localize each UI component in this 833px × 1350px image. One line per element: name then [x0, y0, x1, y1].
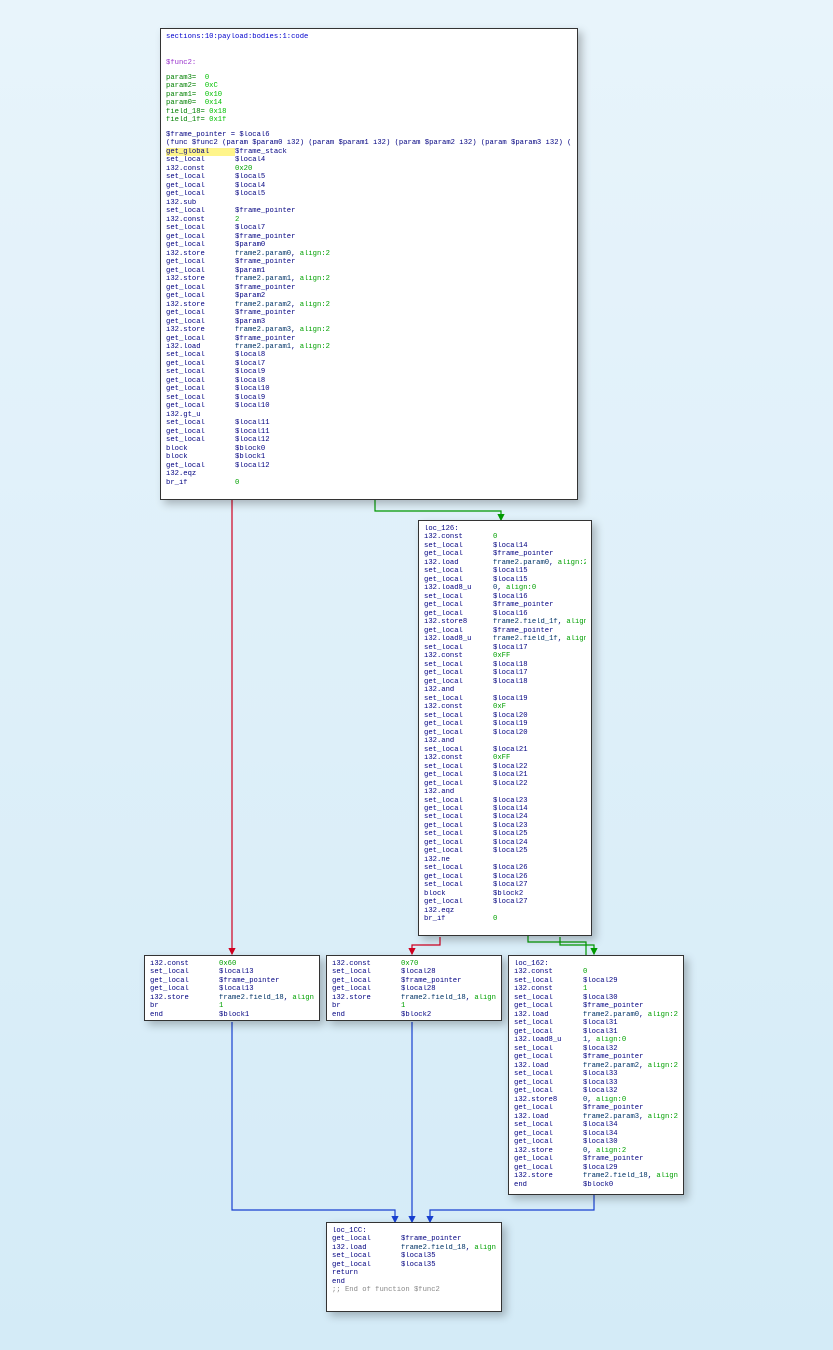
block-label: loc_1CC: [332, 1227, 496, 1235]
block-label: loc_126: [424, 525, 586, 533]
cfg-node-entry[interactable]: sections:10:payload:bodies:1:code $func2… [160, 28, 578, 500]
cfg-node-loc-162[interactable]: loc_162: i32.const 0set_local $local29i3… [508, 955, 684, 1195]
func-signature: (func $func2 (param $param0 i32) (param … [166, 139, 572, 147]
ops-list: i32.const 0set_local $local14get_local $… [424, 533, 586, 923]
frame-pointer-line: $frame_pointer = $local6 [166, 131, 572, 139]
ops-list: i32.const 0set_local $local29i32.const 1… [514, 968, 678, 1189]
cfg-node-branch-0x60[interactable]: i32.const 0x60set_local $local13get_loca… [144, 955, 320, 1021]
cfg-node-branch-0x70[interactable]: i32.const 0x70set_local $local28get_loca… [326, 955, 502, 1021]
ops-list: i32.const 0x70set_local $local28get_loca… [332, 960, 496, 1019]
ops-list: get_local $frame_pointeri32.load frame2.… [332, 1235, 496, 1286]
func-end-comment: ;; End of function $func2 [332, 1286, 496, 1294]
cfg-node-loc-126[interactable]: loc_126: i32.const 0set_local $local14ge… [418, 520, 592, 936]
func-label: $func2: [166, 59, 572, 67]
section-path: sections:10:payload:bodies:1:code [166, 33, 572, 41]
ops-list: i32.const 0x60set_local $local13get_loca… [150, 960, 314, 1019]
block-label: loc_162: [514, 960, 678, 968]
param-list: param3= 0param2= 0xCparam1= 0x10param0= … [166, 74, 572, 125]
ops-list: get_global $frame_stackset_local $local4… [166, 148, 572, 487]
cfg-node-loc-1cc[interactable]: loc_1CC: get_local $frame_pointeri32.loa… [326, 1222, 502, 1312]
